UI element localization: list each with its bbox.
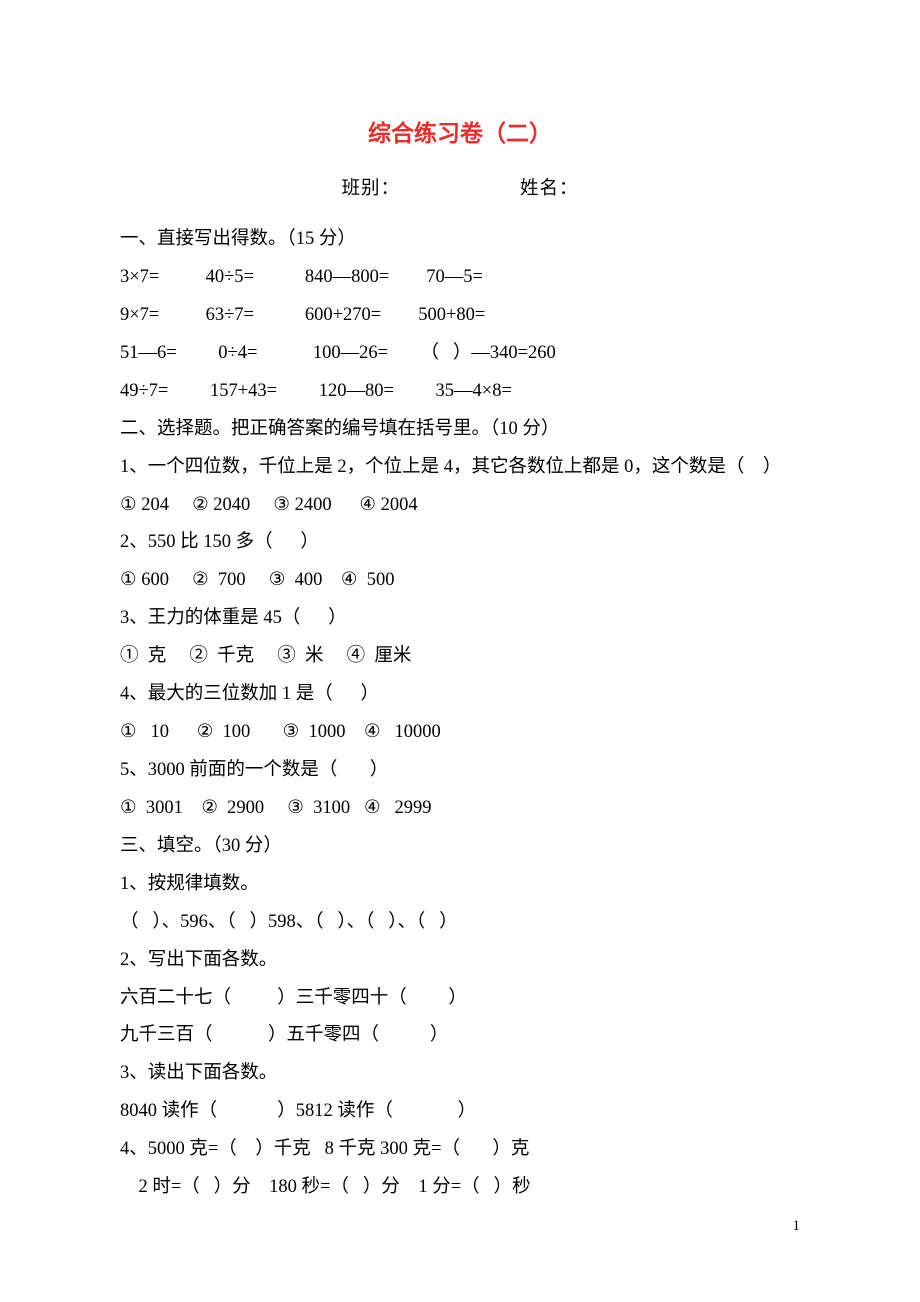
page-number: 1	[793, 1211, 801, 1242]
s2-options: ① 克 ② 千克 ③ 米 ④ 厘米	[120, 638, 800, 676]
s2-options: ① 3001 ② 2900 ③ 3100 ④ 2999	[120, 790, 800, 828]
s2-options: ① 204 ② 2040 ③ 2400 ④ 2004	[120, 487, 800, 525]
s2-question: 2、550 比 150 多（ ）	[120, 524, 800, 562]
class-label: 班别：	[341, 179, 400, 199]
s2-question: 4、最大的三位数加 1 是（ ）	[120, 676, 800, 714]
name-line: 班别： 姓名：	[120, 171, 800, 209]
s3-question: 2、写出下面各数。	[120, 942, 800, 980]
s1-row: 51—6= 0÷4= 100—26= （ ）—340=260	[120, 335, 800, 373]
s2-question: 5、3000 前面的一个数是（ ）	[120, 752, 800, 790]
s3-blank-line: 8040 读作（ ）5812 读作（ ）	[120, 1093, 800, 1131]
s3-question: 4、5000 克=（ ）千克 8 千克 300 克=（ ）克	[120, 1131, 800, 1169]
s1-row: 49÷7= 157+43= 120—80= 35—4×8=	[120, 373, 800, 411]
s2-question: 3、王力的体重是 45（ ）	[120, 600, 800, 638]
s2-options: ① 10 ② 100 ③ 1000 ④ 10000	[120, 714, 800, 752]
section-3-heading: 三、填空。（30 分）	[120, 828, 800, 866]
s3-blank-line: 2 时=（ ）分 180 秒=（ ）分 1 分=（ ）秒	[120, 1169, 800, 1207]
s3-question: 3、读出下面各数。	[120, 1055, 800, 1093]
s1-row: 9×7= 63÷7= 600+270= 500+80=	[120, 297, 800, 335]
worksheet-title: 综合练习卷（二）	[120, 110, 800, 157]
s3-blank-line: 九千三百（ ）五千零四（ ）	[120, 1017, 800, 1055]
section-1-heading: 一、直接写出得数。（15 分）	[120, 221, 800, 259]
section-2-heading: 二、选择题。把正确答案的编号填在括号里。（10 分）	[120, 411, 800, 449]
worksheet-page: 综合练习卷（二） 班别： 姓名： 一、直接写出得数。（15 分） 3×7= 40÷…	[0, 0, 920, 1302]
s2-question: 1、一个四位数，千位上是 2，个位上是 4，其它各数位上都是 0，这个数是（ ）	[120, 449, 800, 487]
s1-row: 3×7= 40÷5= 840—800= 70—5=	[120, 259, 800, 297]
s3-blank-line: 六百二十七（ ）三千零四十（ ）	[120, 980, 800, 1018]
s3-blank-line: （ ）、596、（ ）598、（ ）、（ ）、（ ）	[120, 904, 800, 942]
s2-options: ① 600 ② 700 ③ 400 ④ 500	[120, 562, 800, 600]
s3-question: 1、按规律填数。	[120, 866, 800, 904]
name-label: 姓名：	[520, 179, 579, 199]
